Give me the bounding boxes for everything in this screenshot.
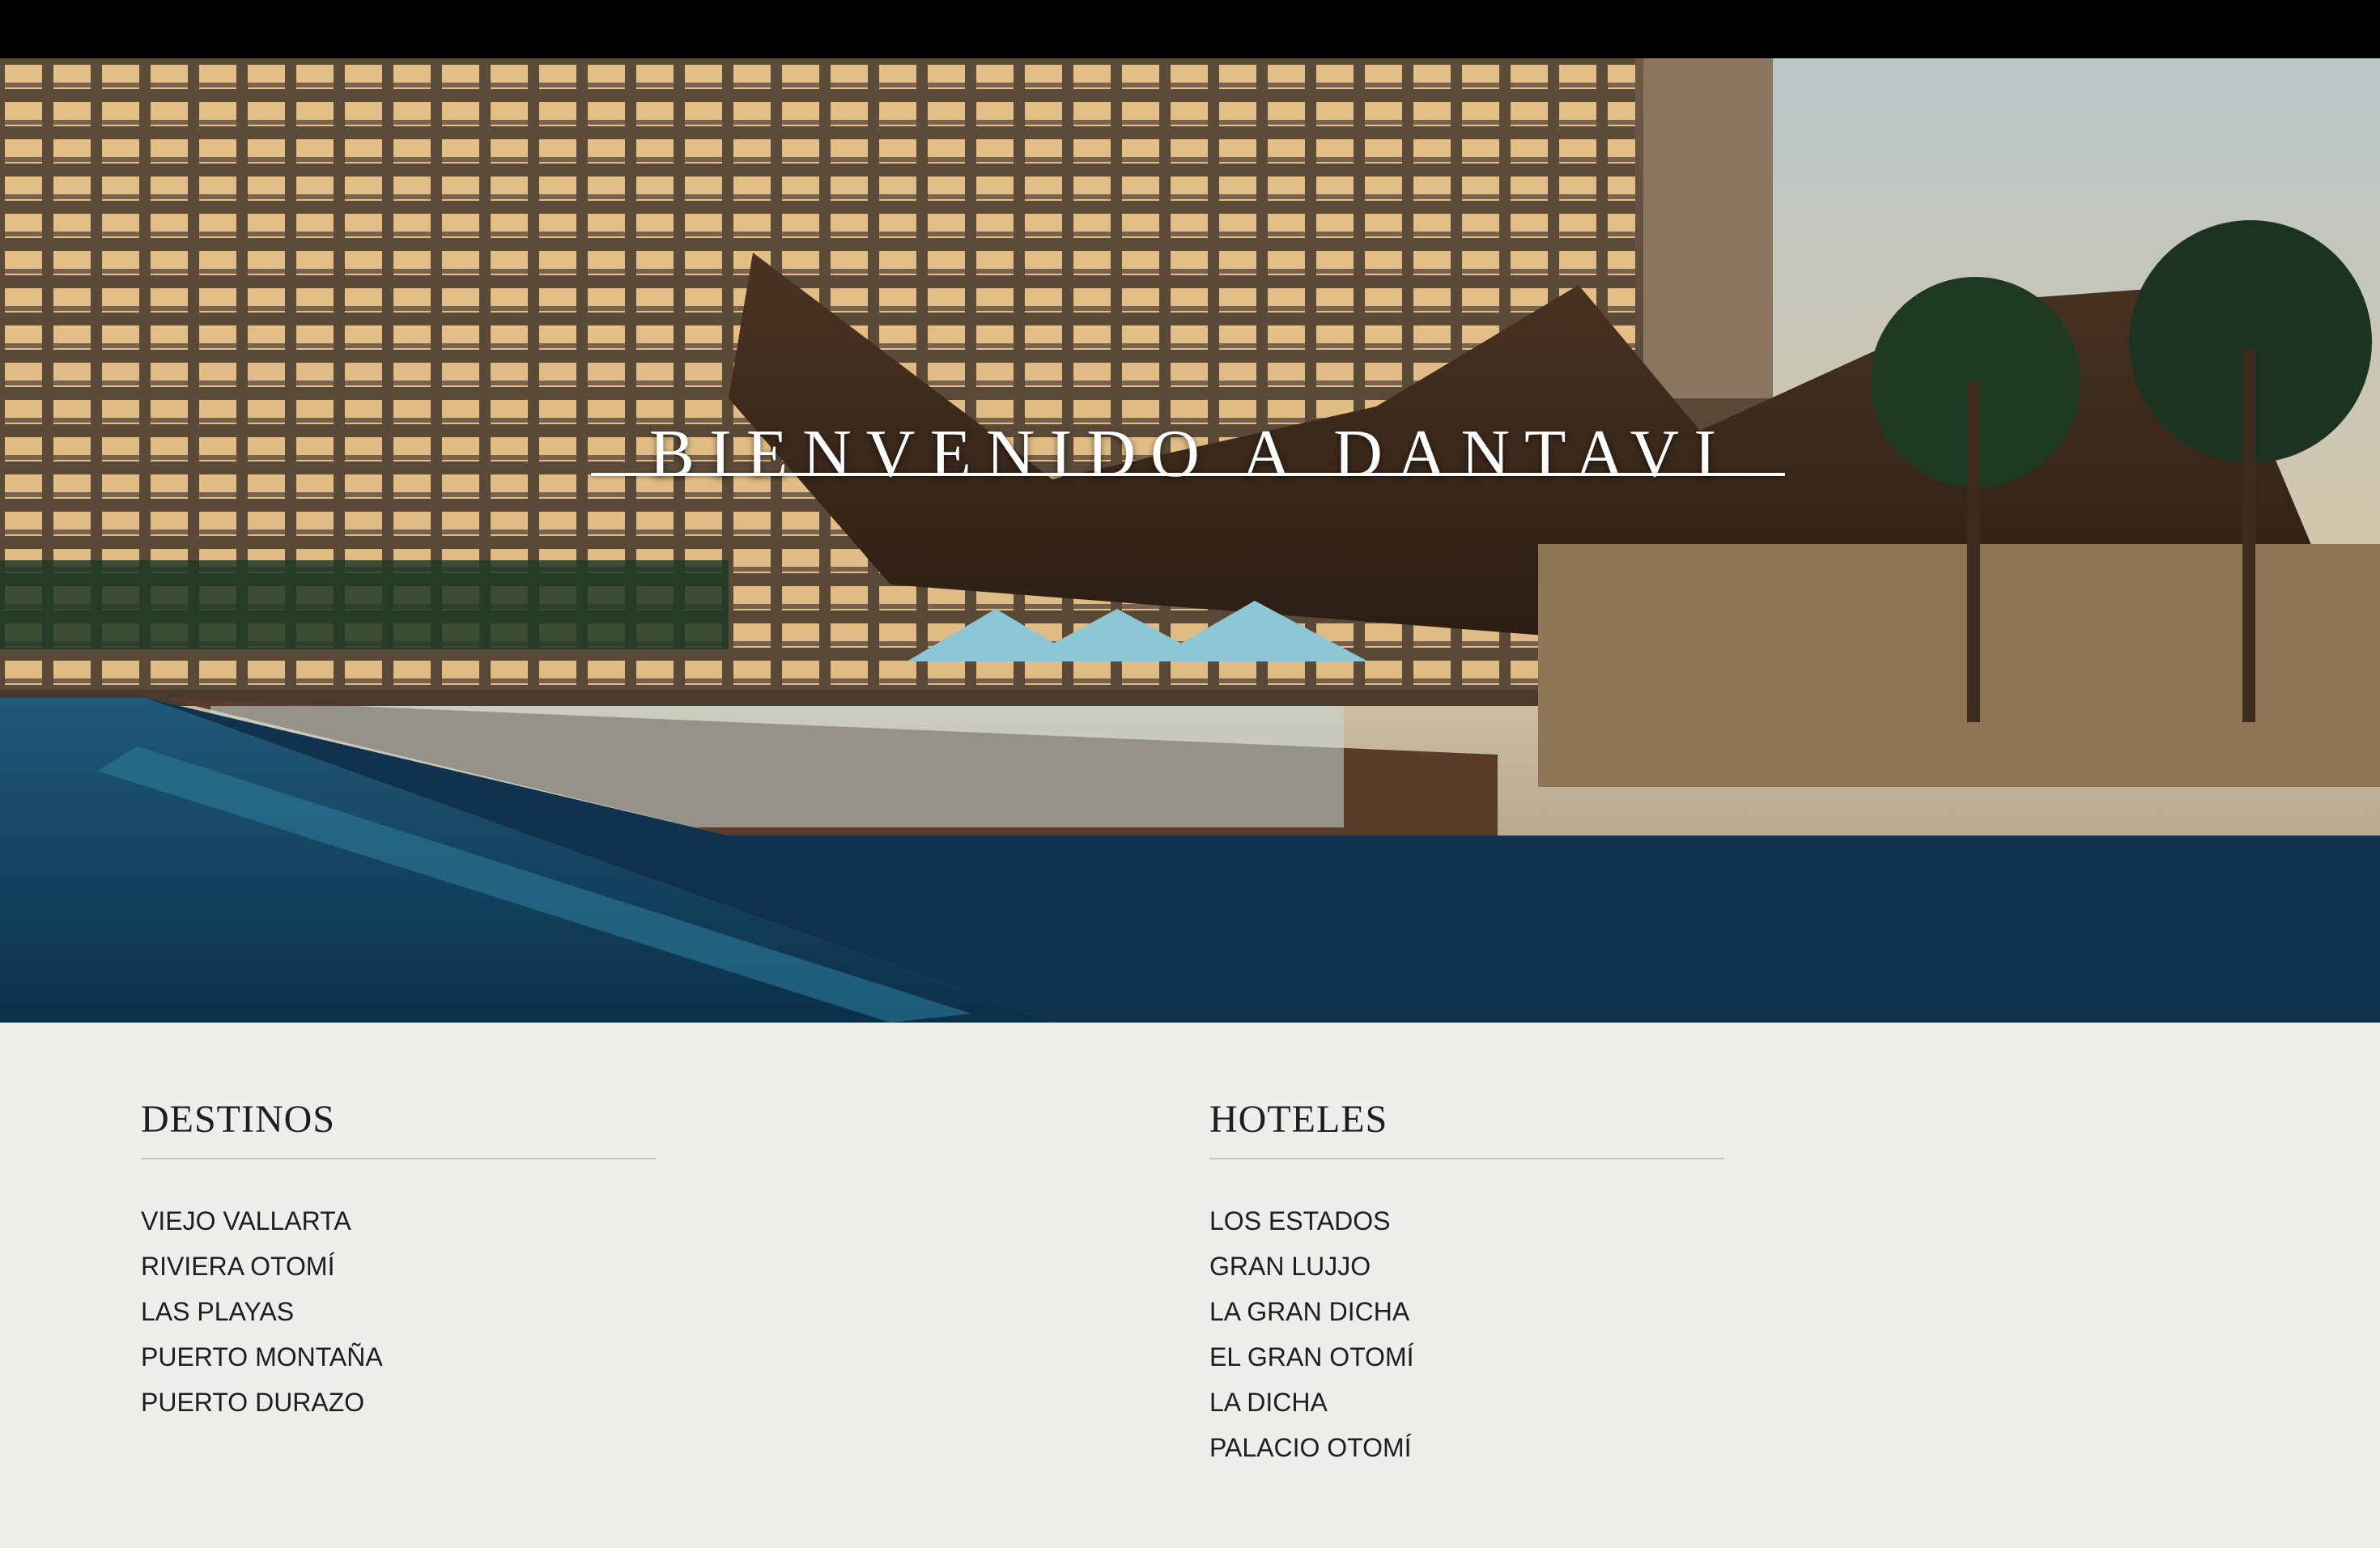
hoteles-divider	[1209, 1158, 1724, 1159]
destinos-item-viejo-vallarta[interactable]: VIEJO VALLARTA	[141, 1198, 656, 1244]
destinos-heading: DESTINOS	[141, 1098, 336, 1141]
hoteles-item-los-estados[interactable]: LOS ESTADOS	[1209, 1198, 1724, 1244]
top-bar	[0, 0, 2380, 58]
hoteles-heading: HOTELES	[1209, 1098, 1388, 1141]
destinos-item-las-playas[interactable]: LAS PLAYAS	[141, 1289, 656, 1334]
hoteles-item-el-gran-otomi[interactable]: EL GRAN OTOMÍ	[1209, 1334, 1724, 1380]
hoteles-item-palacio-otomi[interactable]: PALACIO OTOMÍ	[1209, 1425, 1724, 1470]
hoteles-section: HOTELES LOS ESTADOS GRAN LUJJO LA GRAN D…	[1209, 1097, 1724, 1470]
hoteles-list: LOS ESTADOS GRAN LUJJO LA GRAN DICHA EL …	[1209, 1198, 1724, 1470]
destinos-list: VIEJO VALLARTA RIVIERA OTOMÍ LAS PLAYAS …	[141, 1198, 656, 1425]
destinos-section: DESTINOS VIEJO VALLARTA RIVIERA OTOMÍ LA…	[141, 1097, 656, 1425]
hoteles-item-gran-lujjo[interactable]: GRAN LUJJO	[1209, 1244, 1724, 1289]
hero-banner: BIENVENIDO A DANTAVI	[0, 58, 2380, 1023]
hoteles-item-la-dicha[interactable]: LA DICHA	[1209, 1380, 1724, 1425]
hoteles-item-la-gran-dicha[interactable]: LA GRAN DICHA	[1209, 1289, 1724, 1334]
destinos-item-puerto-durazo[interactable]: PUERTO DURAZO	[141, 1380, 656, 1425]
hero-title: BIENVENIDO A DANTAVI	[648, 416, 1732, 491]
destinos-item-riviera-otomi[interactable]: RIVIERA OTOMÍ	[141, 1244, 656, 1289]
destinos-divider	[141, 1158, 656, 1159]
hero-image	[0, 58, 2380, 1023]
hero-title-underline	[591, 473, 1785, 476]
destinos-item-puerto-montana[interactable]: PUERTO MONTAÑA	[141, 1334, 656, 1380]
